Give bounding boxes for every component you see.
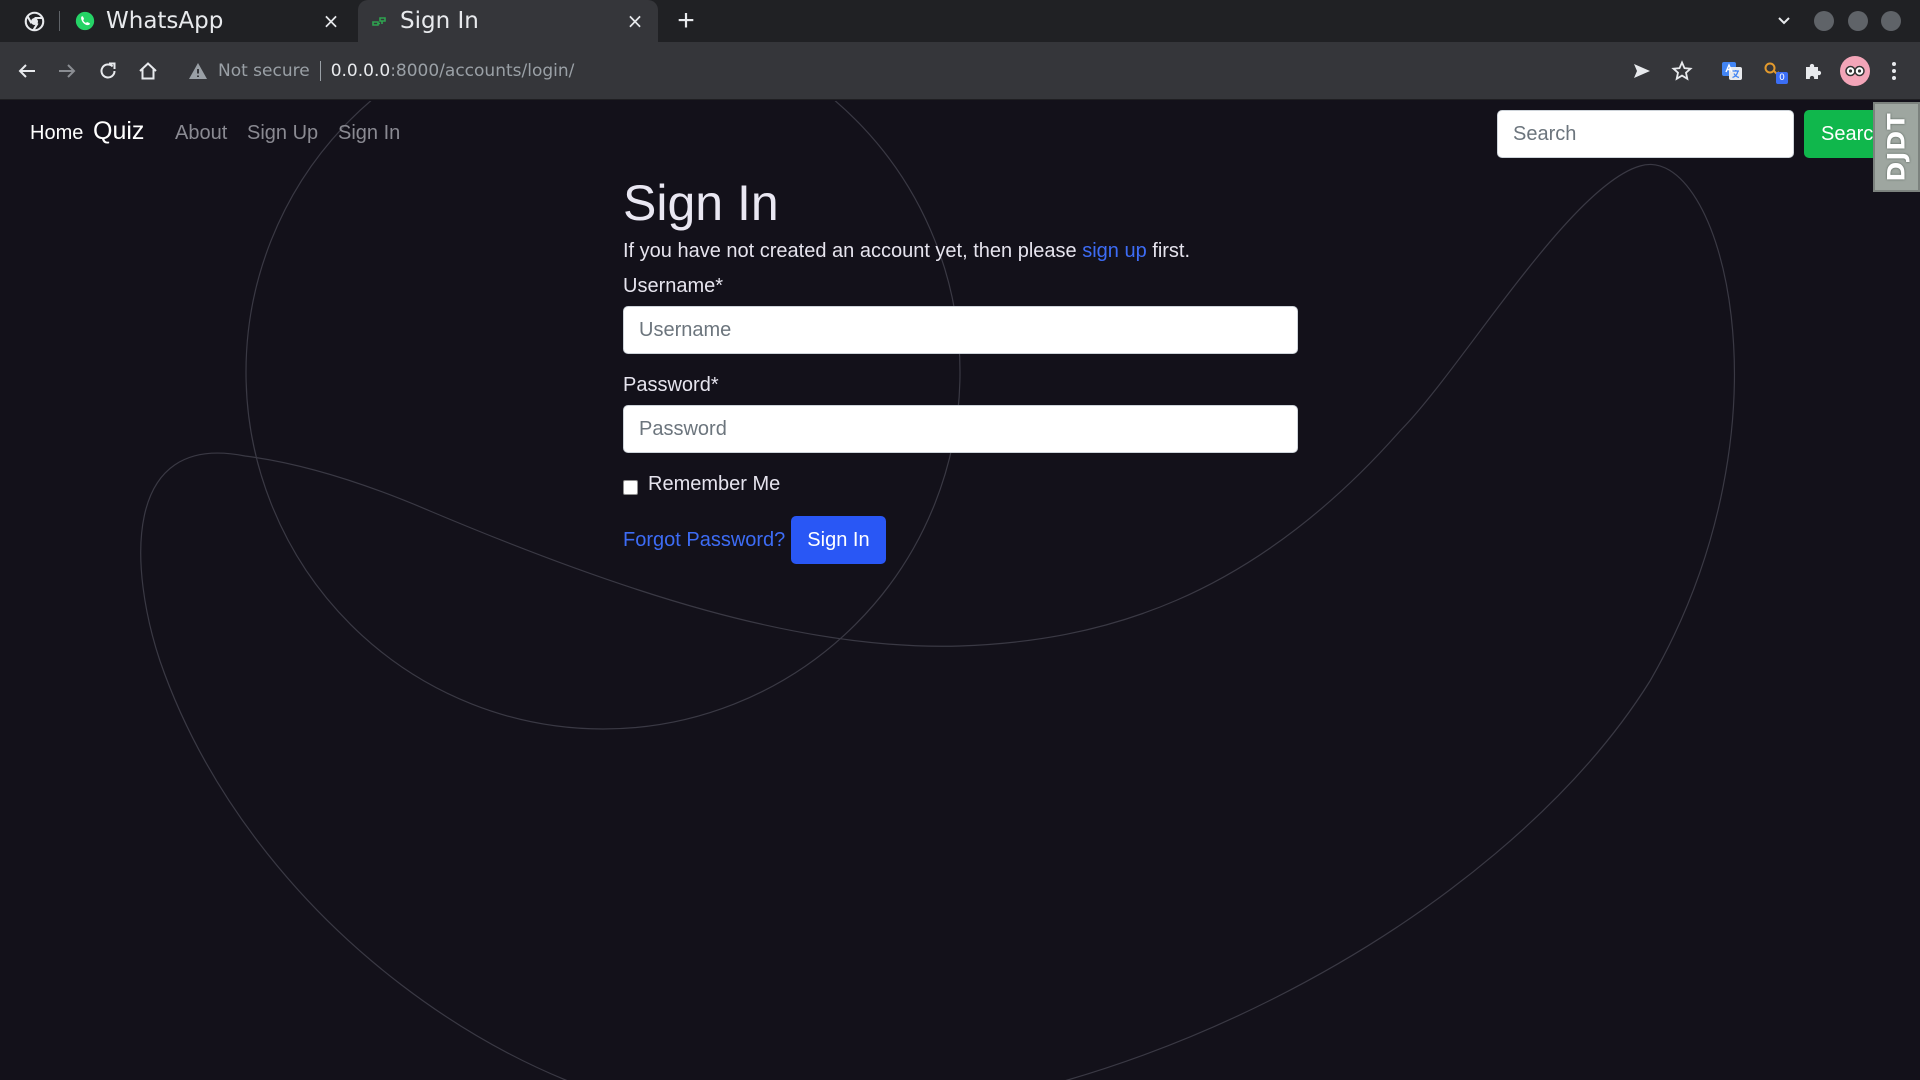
url-path: :8000/accounts/login/ — [390, 61, 575, 81]
extension-badge: 0 — [1776, 72, 1788, 84]
nav-sign-in-link[interactable]: Sign In — [338, 122, 400, 145]
web-page: Home Quiz About Sign Up Sign In Search D… — [0, 101, 1920, 1080]
key-extension-icon[interactable]: 0 — [1762, 59, 1788, 84]
glasses-icon — [1845, 65, 1865, 77]
minimize-window-button[interactable] — [1814, 11, 1834, 31]
page-title: Sign In — [623, 175, 779, 231]
whatsapp-icon — [74, 10, 96, 32]
home-icon[interactable] — [136, 59, 160, 83]
reload-icon[interactable] — [96, 59, 120, 83]
nav-about-link[interactable]: About — [175, 122, 227, 145]
bookmark-star-icon[interactable] — [1670, 59, 1694, 83]
intro-text: If you have not created an account yet, … — [623, 240, 1298, 263]
nav-home-link[interactable]: Home — [30, 122, 83, 145]
site-navbar: Home Quiz About Sign Up Sign In Search — [0, 101, 1920, 165]
debug-toolbar-label: DJDT — [1882, 112, 1911, 182]
nav-brand-quiz[interactable]: Quiz — [93, 117, 144, 146]
django-favicon-icon — [368, 10, 390, 32]
forgot-password-link[interactable]: Forgot Password? — [623, 529, 785, 552]
django-debug-toolbar-handle[interactable]: DJDT — [1873, 102, 1920, 192]
browser-toolbar: Not secure 0.0.0.0 :8000/accounts/login/… — [0, 42, 1920, 100]
send-icon[interactable] — [1630, 59, 1654, 83]
back-arrow-icon[interactable] — [15, 59, 39, 83]
address-bar[interactable]: Not secure 0.0.0.0 :8000/accounts/login/ — [178, 51, 1608, 91]
new-tab-button[interactable]: + — [671, 6, 701, 36]
close-window-button[interactable] — [1881, 11, 1901, 31]
sign-in-submit-button[interactable]: Sign In — [791, 516, 886, 564]
close-tab-icon[interactable]: × — [622, 9, 648, 33]
password-label: Password* — [623, 374, 719, 396]
url-host: 0.0.0.0 — [330, 61, 391, 81]
profile-avatar[interactable] — [1840, 56, 1870, 86]
nav-sign-up-link[interactable]: Sign Up — [247, 122, 318, 145]
google-translate-icon[interactable] — [1720, 59, 1744, 83]
warning-icon[interactable] — [188, 61, 208, 81]
username-field[interactable] — [623, 306, 1298, 354]
tab-separator — [59, 11, 60, 31]
tab-title: Sign In — [400, 8, 479, 34]
remember-me-checkbox[interactable] — [623, 479, 638, 495]
remember-me-label[interactable]: Remember Me — [648, 473, 780, 496]
form-actions: Forgot Password? Sign In — [623, 516, 1298, 564]
puzzle-extensions-icon[interactable] — [1801, 59, 1825, 83]
close-tab-icon[interactable]: × — [318, 9, 344, 33]
tab-whatsapp[interactable]: WhatsApp × — [64, 0, 354, 42]
search-input[interactable] — [1497, 110, 1794, 158]
omnibox-divider — [319, 61, 321, 81]
intro-text-before: If you have not created an account yet, … — [623, 240, 1083, 262]
security-status-text: Not secure — [218, 61, 310, 81]
maximize-window-button[interactable] — [1848, 11, 1868, 31]
browser-tab-strip: WhatsApp × Sign In × + — [0, 0, 1920, 42]
more-options-icon[interactable] — [1882, 59, 1906, 83]
forward-arrow-icon[interactable] — [55, 59, 79, 83]
tab-title: WhatsApp — [106, 8, 224, 34]
sign-up-link[interactable]: sign up — [1082, 240, 1147, 262]
tab-sign-in[interactable]: Sign In × — [358, 0, 658, 42]
chevron-down-icon[interactable] — [1774, 11, 1794, 31]
password-field[interactable] — [623, 405, 1298, 453]
sign-in-form: Sign In If you have not created an accou… — [623, 171, 1298, 564]
chrome-logo-icon[interactable] — [24, 11, 45, 32]
intro-text-after: first. — [1146, 240, 1191, 262]
username-label: Username* — [623, 275, 724, 297]
remember-me-row: Remember Me — [623, 473, 1298, 496]
